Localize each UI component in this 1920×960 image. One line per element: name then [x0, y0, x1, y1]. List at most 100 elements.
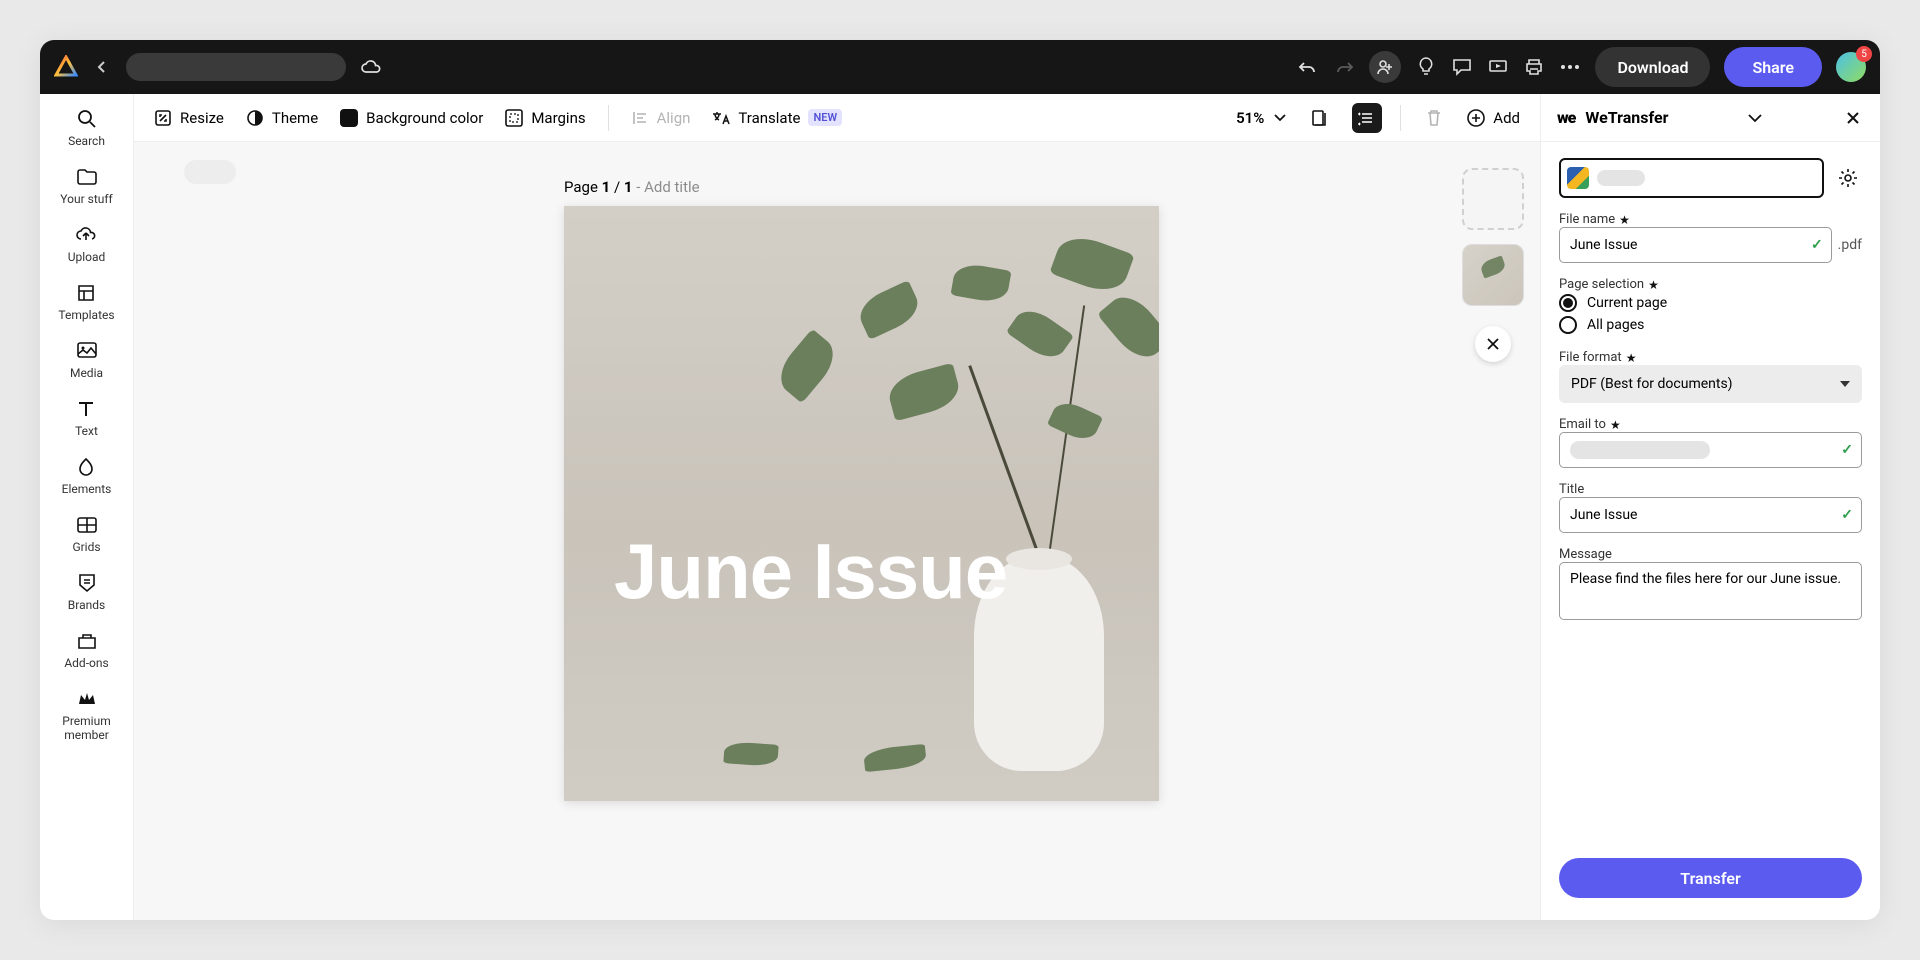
header-search-input[interactable]	[126, 53, 346, 81]
email-to-input[interactable]: ✓	[1559, 432, 1862, 468]
addons-icon	[76, 630, 98, 652]
user-avatar[interactable]	[1836, 52, 1866, 82]
close-panel-icon[interactable]	[1842, 107, 1864, 129]
account-selector[interactable]	[1559, 158, 1824, 198]
page-canvas[interactable]: June Issue	[564, 206, 1159, 801]
rail-label: Text	[75, 424, 98, 438]
align-icon	[631, 109, 649, 127]
margins-icon	[505, 109, 523, 127]
rail-label: Templates	[58, 308, 114, 322]
panel-footer: Transfer	[1541, 844, 1880, 920]
canvas-area[interactable]: Page 1 / 1 - Add title June	[134, 142, 1540, 920]
rail-search[interactable]: Search	[68, 108, 105, 148]
pages-view-icon[interactable]	[1304, 103, 1334, 133]
download-button[interactable]: Download	[1595, 47, 1710, 87]
brands-icon	[76, 572, 98, 594]
collapse-panel-icon[interactable]	[1744, 109, 1766, 127]
panel-header: we WeTransfer	[1541, 94, 1880, 142]
check-icon: ✓	[1811, 237, 1823, 253]
close-thumbs-button[interactable]	[1475, 326, 1511, 362]
rail-addons[interactable]: Add-ons	[64, 630, 108, 670]
rail-label: Brands	[68, 598, 105, 612]
rail-your-stuff[interactable]: Your stuff	[60, 166, 112, 206]
add-page-thumb[interactable]	[1462, 168, 1524, 230]
artwork-leaf	[723, 741, 778, 767]
header-right-group: Download Share	[1297, 47, 1866, 87]
resize-tool[interactable]: Resize	[154, 109, 224, 127]
bgcolor-tool[interactable]: Background color	[340, 109, 483, 127]
radio-current-page[interactable]: Current page	[1559, 292, 1862, 314]
margins-tool[interactable]: Margins	[505, 109, 585, 127]
radio-icon	[1559, 316, 1577, 334]
layers-toggle[interactable]	[1352, 103, 1382, 133]
comment-icon[interactable]	[1451, 56, 1473, 78]
rail-templates[interactable]: Templates	[58, 282, 114, 322]
message-input[interactable]	[1559, 562, 1862, 620]
rail-brands[interactable]: Brands	[68, 572, 105, 612]
account-row	[1559, 158, 1862, 198]
tb-label: Margins	[531, 109, 585, 127]
artwork-title-text[interactable]: June Issue	[614, 526, 1007, 617]
theme-tool[interactable]: Theme	[246, 109, 318, 127]
rail-text[interactable]: Text	[75, 398, 98, 438]
rail-upload[interactable]: Upload	[68, 224, 106, 264]
tb-label: Theme	[272, 109, 318, 127]
more-icon[interactable]	[1559, 56, 1581, 78]
document-toolbar: Resize Theme Background color Margins Al…	[134, 94, 1540, 142]
artwork-leaf	[885, 363, 963, 422]
tb-label: Resize	[180, 109, 224, 127]
artwork-leaf	[1049, 230, 1134, 299]
invite-user-icon[interactable]	[1369, 51, 1401, 83]
file-format-label: File format★	[1559, 350, 1862, 365]
folder-icon	[76, 166, 98, 188]
back-button[interactable]	[88, 53, 116, 81]
check-icon: ✓	[1841, 507, 1853, 523]
toolbar-divider	[608, 105, 609, 131]
account-logo	[1567, 167, 1589, 189]
artwork-leaf	[1097, 287, 1159, 366]
add-page-button[interactable]: Add	[1467, 109, 1520, 127]
left-rail: Search Your stuff Upload Templates Media…	[40, 94, 134, 920]
theme-icon	[246, 109, 264, 127]
delete-page-icon[interactable]	[1419, 103, 1449, 133]
panel-body: File name★ ✓ .pdf Page selection★ Curren…	[1541, 142, 1880, 844]
lightbulb-icon[interactable]	[1415, 56, 1437, 78]
rail-elements[interactable]: Elements	[62, 456, 112, 496]
page-thumb-1[interactable]	[1462, 244, 1524, 306]
title-input[interactable]: ✓	[1559, 497, 1862, 533]
rail-premium[interactable]: Premium member	[40, 688, 133, 743]
email-placeholder	[1570, 441, 1710, 459]
work-column: Resize Theme Background color Margins Al…	[134, 94, 1540, 920]
canvas-tag-chip[interactable]	[184, 160, 236, 184]
cloud-sync-icon[interactable]	[360, 56, 382, 78]
redo-icon[interactable]	[1333, 56, 1355, 78]
translate-tool[interactable]: TranslateNEW	[712, 109, 842, 127]
file-ext-label: .pdf	[1838, 237, 1862, 253]
radio-all-pages[interactable]: All pages	[1559, 314, 1862, 336]
rail-grids[interactable]: Grids	[72, 514, 100, 554]
check-icon: ✓	[1841, 442, 1853, 458]
undo-icon[interactable]	[1297, 56, 1319, 78]
present-icon[interactable]	[1487, 56, 1509, 78]
resize-icon	[154, 109, 172, 127]
artwork-leaf	[1047, 397, 1103, 444]
elements-icon	[75, 456, 97, 478]
print-icon[interactable]	[1523, 56, 1545, 78]
settings-gear-icon[interactable]	[1834, 164, 1862, 192]
rail-media[interactable]: Media	[70, 340, 103, 380]
transfer-button[interactable]: Transfer	[1559, 858, 1862, 898]
file-name-input[interactable]: ✓	[1559, 227, 1832, 263]
grids-icon	[76, 514, 98, 536]
radio-icon	[1559, 294, 1577, 312]
tb-label: Align	[657, 109, 691, 127]
wetransfer-panel: we WeTransfer File name★	[1540, 94, 1880, 920]
add-title-hint[interactable]: - Add title	[633, 178, 700, 196]
app-logo[interactable]	[54, 55, 78, 79]
share-button[interactable]: Share	[1724, 47, 1822, 87]
page-indicator[interactable]: Page 1 / 1 - Add title	[564, 178, 700, 196]
tb-label: Background color	[366, 109, 483, 127]
zoom-control[interactable]: 51%	[1236, 109, 1286, 127]
file-format-select[interactable]: PDF (Best for documents)	[1559, 365, 1862, 403]
main-area: Search Your stuff Upload Templates Media…	[40, 94, 1880, 920]
align-tool: Align	[631, 109, 691, 127]
